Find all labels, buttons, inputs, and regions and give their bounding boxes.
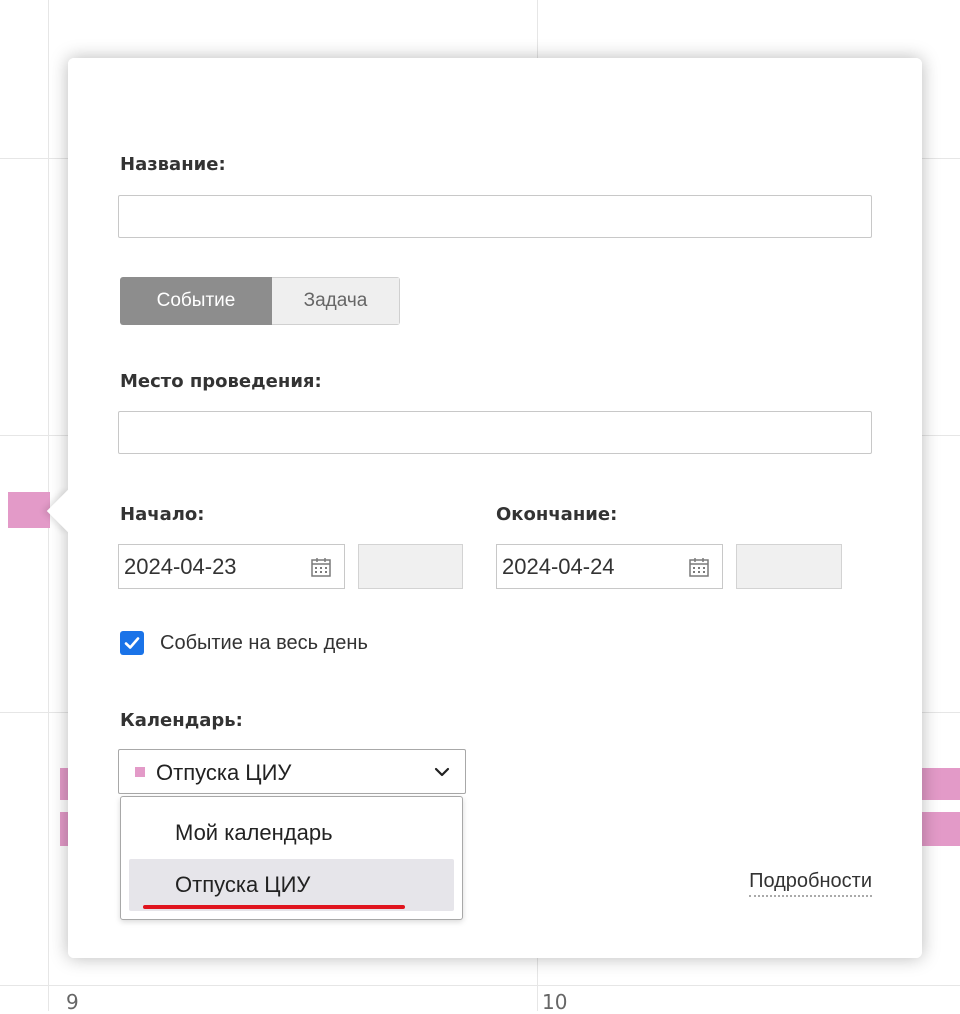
check-icon bbox=[124, 637, 140, 649]
all-day-label[interactable]: Событие на весь день bbox=[160, 632, 368, 655]
calendar-event-bar[interactable] bbox=[920, 768, 960, 800]
title-input[interactable] bbox=[118, 195, 872, 238]
end-date-value: 2024-04-24 bbox=[502, 553, 615, 579]
annotation-underline bbox=[143, 905, 405, 909]
start-time-input[interactable] bbox=[358, 544, 463, 589]
start-date-value: 2024-04-23 bbox=[124, 553, 237, 579]
calendar-color-swatch bbox=[135, 767, 145, 777]
event-popup: Название: Событие Задача Место проведени… bbox=[46, 58, 922, 958]
end-date-input[interactable]: 2024-04-24 bbox=[496, 544, 723, 589]
day-number[interactable]: 10 bbox=[542, 990, 567, 1014]
calendar-event-bar[interactable] bbox=[920, 812, 960, 846]
calendar-select-value: Отпуска ЦИУ bbox=[156, 760, 292, 785]
start-label: Начало: bbox=[120, 504, 205, 525]
event-type-toggle: Событие Задача bbox=[120, 277, 400, 325]
dropdown-option[interactable]: Мой календарь bbox=[121, 807, 462, 859]
location-input[interactable] bbox=[118, 411, 872, 454]
start-date-input[interactable]: 2024-04-23 bbox=[118, 544, 345, 589]
calendar-select[interactable]: Отпуска ЦИУ bbox=[118, 749, 466, 794]
details-link[interactable]: Подробности bbox=[749, 870, 872, 897]
calendar-icon[interactable] bbox=[688, 556, 710, 578]
end-label: Окончание: bbox=[496, 504, 618, 525]
end-time-input[interactable] bbox=[736, 544, 842, 589]
calendar-event-bar[interactable] bbox=[8, 492, 50, 528]
calendar-label: Календарь: bbox=[120, 710, 243, 731]
calendar-dropdown: Мой календарь Отпуска ЦИУ bbox=[120, 796, 463, 920]
day-number[interactable]: 9 bbox=[66, 990, 79, 1014]
title-label: Название: bbox=[120, 154, 226, 175]
calendar-icon[interactable] bbox=[310, 556, 332, 578]
popup-body: Название: Событие Задача Место проведени… bbox=[68, 58, 922, 958]
event-type-task-button[interactable]: Задача bbox=[272, 277, 400, 325]
all-day-checkbox[interactable] bbox=[120, 631, 144, 655]
dropdown-option-highlighted[interactable]: Отпуска ЦИУ bbox=[129, 859, 454, 911]
location-label: Место проведения: bbox=[120, 371, 322, 392]
chevron-down-icon bbox=[434, 767, 450, 777]
grid-line bbox=[0, 985, 960, 986]
event-type-event-button[interactable]: Событие bbox=[120, 277, 272, 325]
